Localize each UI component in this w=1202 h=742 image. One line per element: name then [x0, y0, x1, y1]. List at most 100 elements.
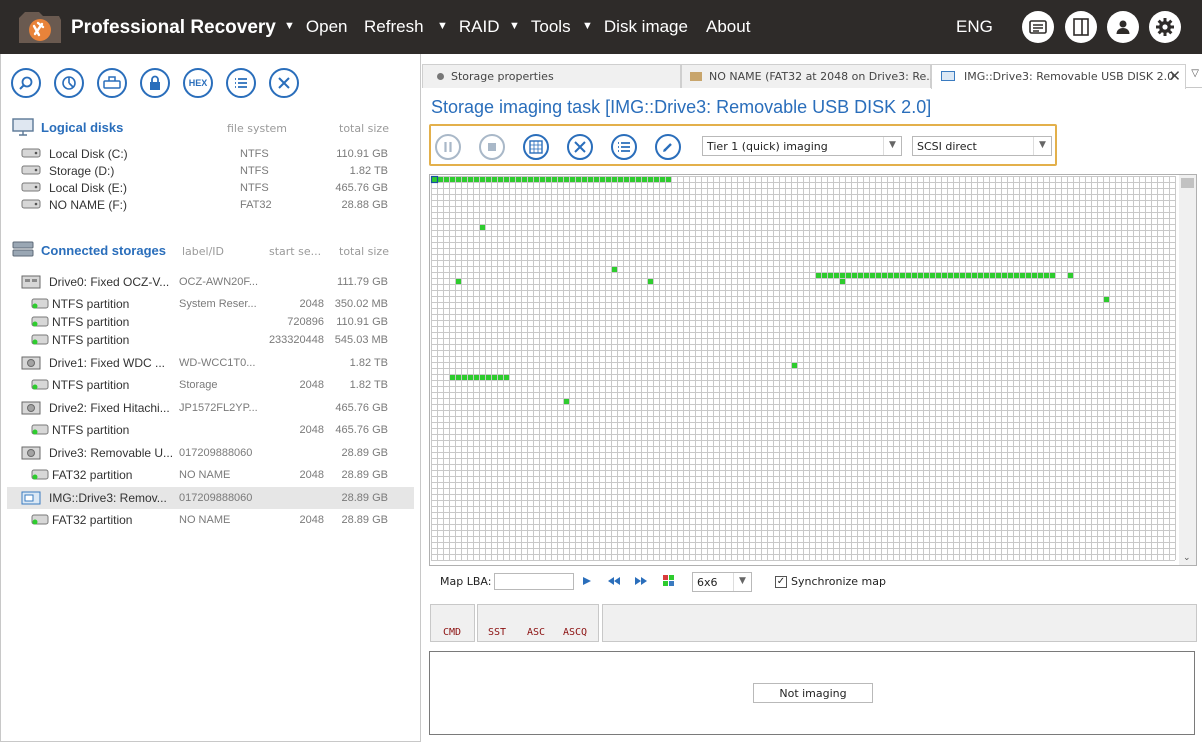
list-button[interactable] [226, 68, 256, 98]
storage-label: Storage [179, 379, 218, 391]
partition-icon [31, 469, 49, 480]
drive-row[interactable]: Drive1: Fixed WDC ... WD-WCC1T0... 1.82 … [7, 352, 414, 374]
block-size-select[interactable]: 6x6 ▼ [692, 572, 752, 592]
storage-size: 28.89 GB [341, 469, 388, 481]
storages-icon [12, 241, 34, 257]
imaging-toolbar: Tier 1 (quick) imaging ▼ SCSI direct ▼ [429, 124, 1057, 166]
stop-icon [488, 143, 496, 151]
disk-image-icon [941, 71, 955, 81]
storage-start-sector: 2048 [299, 298, 324, 310]
storage-size: 110.91 GB [336, 316, 388, 328]
scan-button[interactable] [54, 68, 84, 98]
drive-row[interactable]: Drive0: Fixed OCZ-V... OCZ-AWN20F... 111… [7, 271, 414, 293]
settings-button[interactable] [1149, 11, 1181, 43]
logical-disk-fs: NTFS [240, 148, 269, 160]
image-file-button[interactable] [97, 68, 127, 98]
tier-select[interactable]: Tier 1 (quick) imaging ▼ [702, 136, 902, 156]
log-icon [1029, 20, 1047, 34]
hdd-icon [21, 356, 41, 370]
block-size-value: 6x6 [697, 576, 718, 589]
sector-map[interactable]: ⌄ [429, 174, 1197, 566]
cancel-button[interactable] [567, 134, 593, 160]
tab-close-icon[interactable]: ✕ [1168, 67, 1181, 85]
partition-row[interactable]: NTFS partition 233320448 545.03 MB [7, 329, 414, 351]
partition-row[interactable]: NTFS partition Storage 2048 1.82 TB [7, 374, 414, 396]
panel-toggle-button[interactable] [1065, 11, 1097, 43]
storage-label: 017209888060 [179, 447, 253, 459]
fast-forward-icon[interactable] [634, 576, 648, 586]
drive-row[interactable]: Drive3: Removable U... 017209888060 28.8… [7, 442, 414, 464]
search-button[interactable] [11, 68, 41, 98]
logical-disk-row[interactable]: NO NAME (F:) FAT32 28.88 GB [7, 194, 414, 216]
partition-row[interactable]: FAT32 partition NO NAME 2048 28.89 GB [7, 464, 414, 486]
map-button[interactable] [523, 134, 549, 160]
menu-tools[interactable]: ▼ Tools [509, 17, 571, 37]
storage-size: 28.89 GB [341, 492, 388, 504]
volume-icon [21, 148, 41, 158]
tab-storage-properties[interactable]: Storage properties [422, 64, 681, 88]
log-list-button[interactable] [611, 134, 637, 160]
partition-row[interactable]: FAT32 partition NO NAME 2048 28.89 GB [7, 509, 414, 531]
col-total-size-2: total size [339, 245, 389, 258]
play-icon[interactable] [582, 576, 592, 586]
storage-start-sector: 720896 [287, 316, 324, 328]
storage-size: 1.82 TB [349, 357, 388, 369]
log-button[interactable] [1022, 11, 1054, 43]
storage-name: Drive3: Removable U... [49, 446, 174, 460]
volume-icon [21, 182, 41, 192]
drive-row[interactable]: Drive2: Fixed Hitachi... JP1572FL2YP... … [7, 397, 414, 419]
map-scrollbar[interactable]: ⌄ [1179, 175, 1196, 565]
map-lba-input[interactable] [494, 573, 574, 590]
edit-icon [663, 143, 672, 152]
monitor-icon [12, 118, 34, 136]
logical-disk-name: Local Disk (E:) [49, 181, 128, 195]
close-button[interactable] [269, 68, 299, 98]
tab-no-name-partition[interactable]: NO NAME (FAT32 at 2048 on Drive3: Re... [681, 64, 937, 88]
stop-button[interactable] [479, 134, 505, 160]
storage-start-sector: 2048 [299, 514, 324, 526]
volume-icon [21, 199, 41, 209]
sync-map-checkbox[interactable]: ✓ [775, 576, 787, 588]
list-icon [235, 78, 247, 88]
drive-row[interactable]: IMG::Drive3: Remov... 017209888060 28.89… [7, 487, 414, 509]
rewind-icon[interactable] [607, 576, 621, 586]
scan-icon [62, 76, 76, 90]
scroll-thumb[interactable] [1181, 178, 1194, 188]
sector-map-grid[interactable] [430, 175, 1178, 565]
command-detail [602, 604, 1197, 642]
pause-button[interactable] [435, 134, 461, 160]
tab-img-drive3[interactable]: IMG::Drive3: Removable USB DISK 2.0 ✕ [931, 64, 1186, 89]
storage-panel: HEX Logical disks file system total size… [0, 54, 421, 742]
col-file-system: file system [227, 122, 288, 135]
tab-list-dropdown-icon[interactable]: ▽ [1191, 68, 1199, 79]
logical-disk-name: Local Disk (C:) [49, 147, 128, 161]
lock-icon [150, 75, 160, 90]
menu-open-label: Open [305, 17, 348, 36]
user-icon [1116, 20, 1130, 34]
menu-tools-label: Tools [530, 17, 571, 36]
menu-refresh[interactable]: Refresh [364, 17, 424, 37]
mode-select-value: SCSI direct [917, 140, 977, 153]
storage-size: 465.76 GB [335, 424, 388, 436]
menu-disk-image[interactable]: ▼ Disk image [582, 17, 688, 37]
menu-open[interactable]: ▼ Open [284, 17, 347, 37]
menu-about[interactable]: About [706, 17, 750, 37]
lock-button[interactable] [140, 68, 170, 98]
user-button[interactable] [1107, 11, 1139, 43]
tier-select-value: Tier 1 (quick) imaging [707, 140, 828, 153]
partition-row[interactable]: NTFS partition 2048 465.76 GB [7, 419, 414, 441]
col-start-sector: start se... [269, 245, 322, 258]
tab-label: IMG::Drive3: Removable USB DISK 2.0 [964, 70, 1175, 83]
partition-icon [31, 424, 49, 435]
app-title: Professional Recovery [71, 17, 276, 38]
menu-raid[interactable]: ▼ RAID [437, 17, 500, 37]
storage-name: FAT32 partition [52, 513, 133, 527]
ssd-icon [21, 275, 41, 289]
hex-button[interactable]: HEX [183, 68, 213, 98]
legend-icon[interactable] [663, 575, 674, 586]
language-selector[interactable]: ENG [956, 17, 993, 37]
edit-button[interactable] [655, 134, 681, 160]
mode-select[interactable]: SCSI direct ▼ [912, 136, 1052, 156]
logical-disk-name: Storage (D:) [49, 164, 115, 178]
scroll-down-icon[interactable]: ⌄ [1183, 553, 1191, 563]
